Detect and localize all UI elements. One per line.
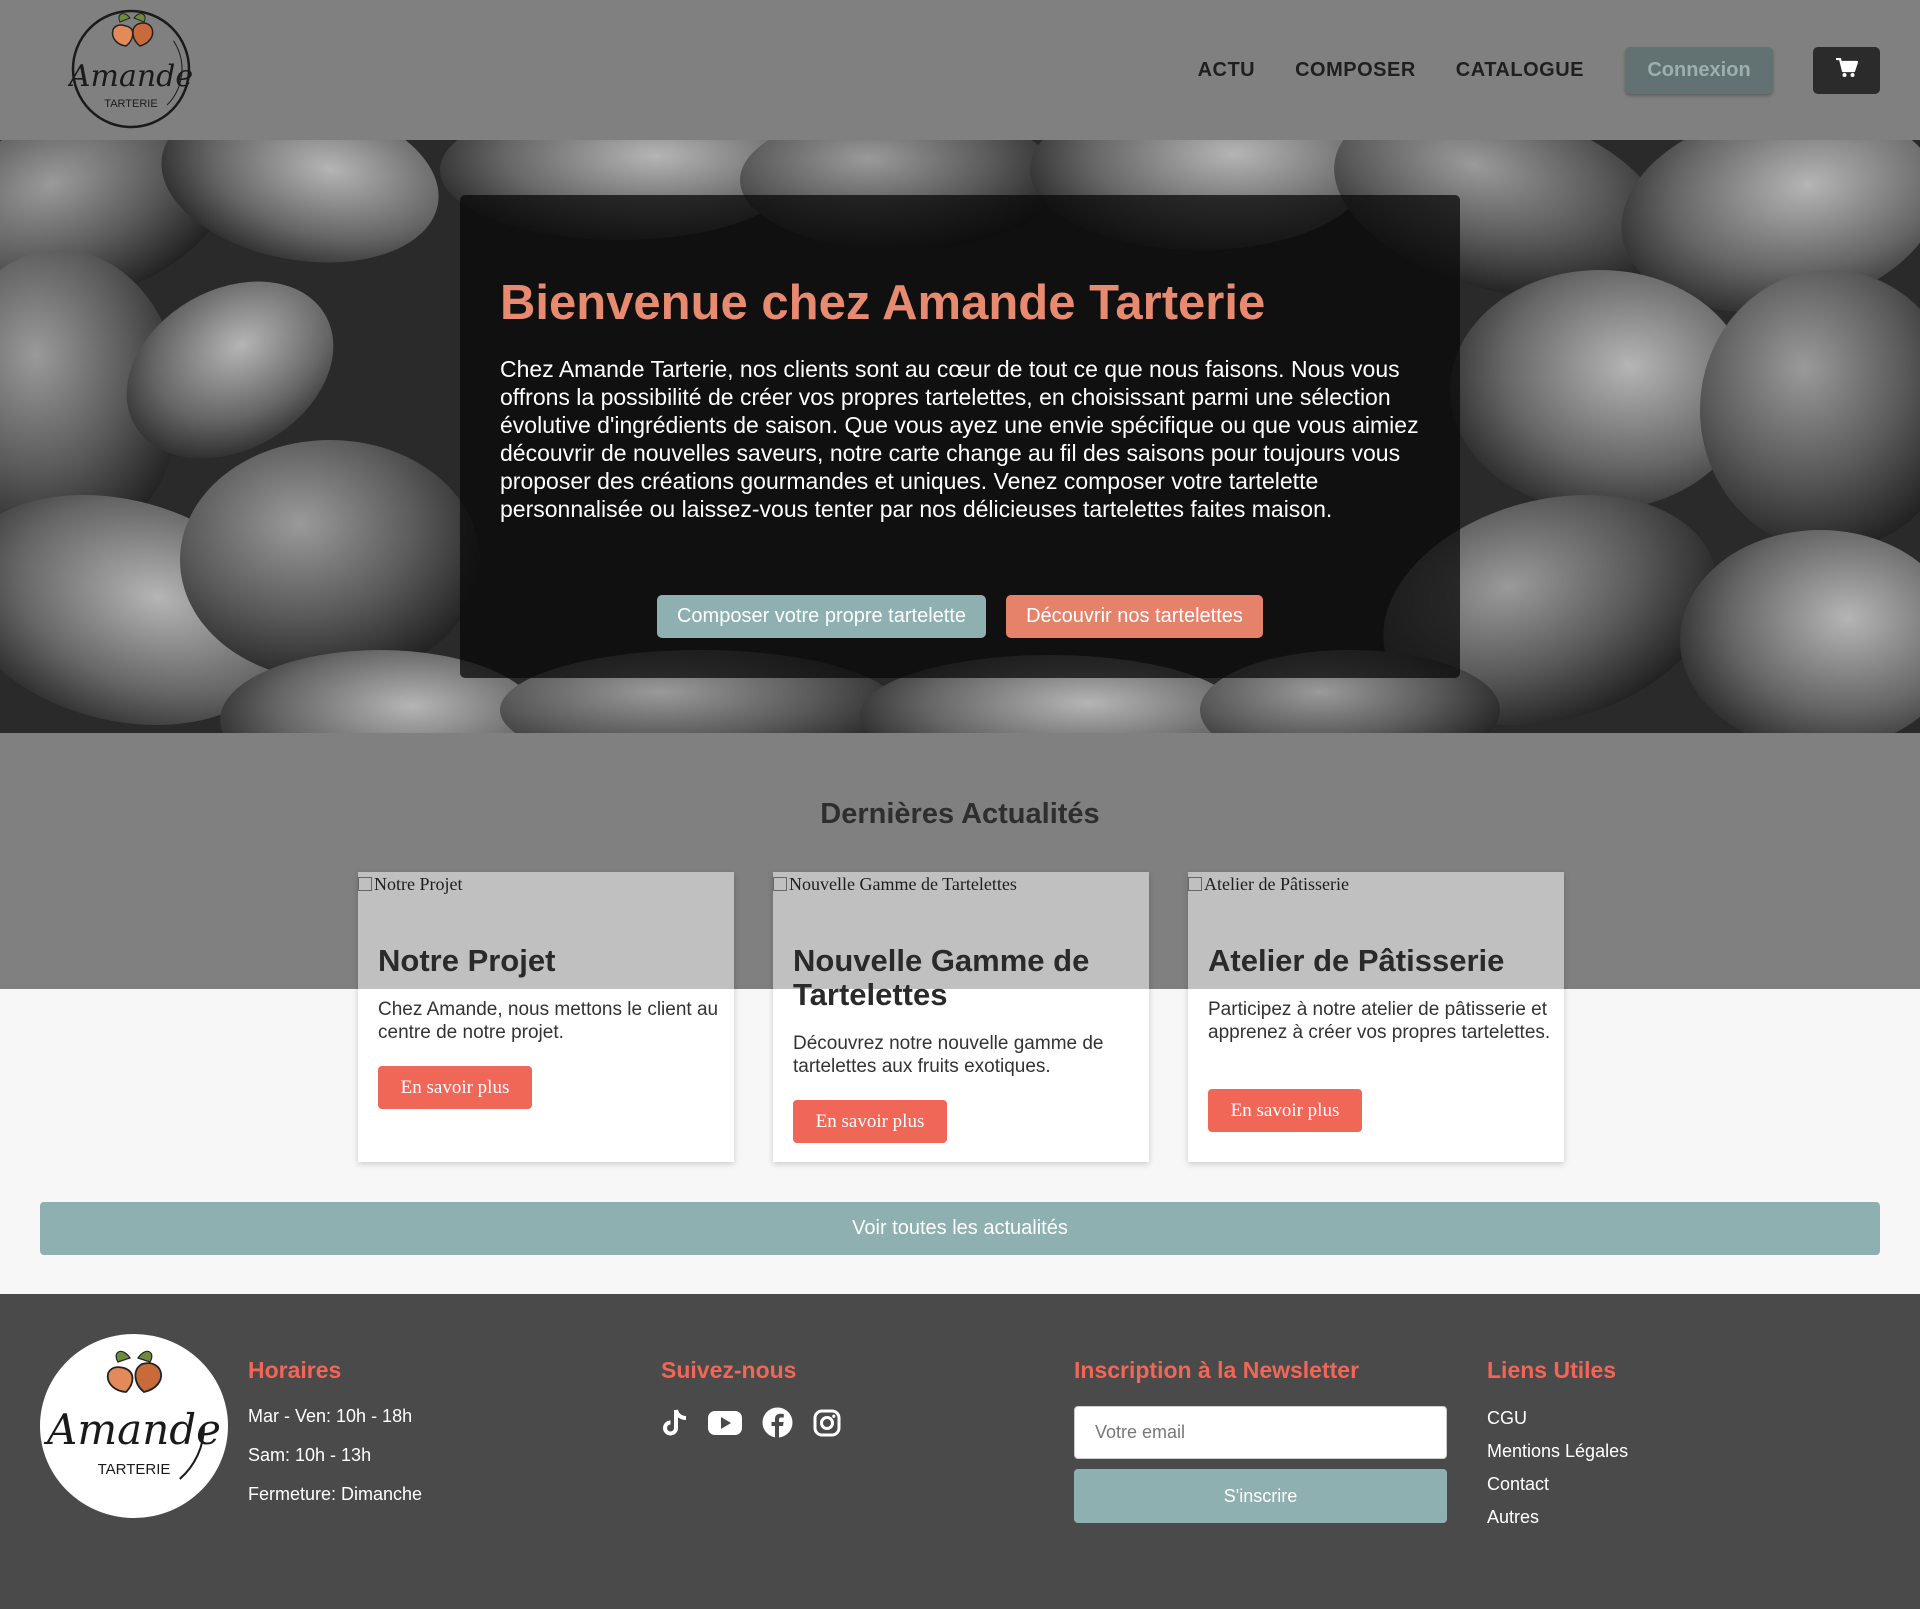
footer-link-legal[interactable]: Mentions Légales bbox=[1487, 1441, 1628, 1462]
hours-title: Horaires bbox=[248, 1357, 342, 1383]
card-text: Chez Amande, nous mettons le client au c… bbox=[378, 999, 719, 1043]
nav-link-catalogue[interactable]: CATALOGUE bbox=[1456, 59, 1584, 82]
read-more-button[interactable]: En savoir plus bbox=[1208, 1089, 1362, 1132]
news-card: Nouvelle Gamme de Tartelettes Nouvelle G… bbox=[773, 872, 1149, 1162]
card-title: Nouvelle Gamme de Tartelettes bbox=[793, 943, 1090, 1012]
newsletter-email-input[interactable] bbox=[1074, 1406, 1447, 1459]
read-more-button[interactable]: En savoir plus bbox=[378, 1066, 532, 1109]
footer-logo-wordmark: Amande bbox=[43, 1405, 221, 1454]
main-nav: ACTU COMPOSER CATALOGUE Connexion bbox=[1198, 46, 1880, 94]
tiktok-icon[interactable] bbox=[660, 1408, 688, 1438]
hours-line: Sam: 10h - 13h bbox=[248, 1445, 372, 1465]
social-links bbox=[660, 1407, 861, 1438]
card-image-alt: Atelier de Pâtisserie bbox=[1204, 874, 1349, 894]
compose-tartlet-button[interactable]: Composer votre propre tartelette bbox=[657, 595, 986, 638]
all-news-button[interactable]: Voir toutes les actualités bbox=[40, 1202, 1880, 1255]
hours-line: Mar - Ven: 10h - 18h bbox=[248, 1406, 413, 1426]
news-card: Atelier de Pâtisserie Atelier de Pâtisse… bbox=[1188, 872, 1564, 1162]
broken-image-icon bbox=[773, 877, 787, 891]
facebook-icon[interactable] bbox=[762, 1407, 793, 1438]
card-image-alt: Nouvelle Gamme de Tartelettes bbox=[789, 874, 1017, 894]
news-section-title: Dernières Actualités bbox=[820, 798, 1100, 830]
hours-line: Fermeture: Dimanche bbox=[248, 1484, 423, 1504]
instagram-icon[interactable] bbox=[813, 1409, 841, 1437]
card-title: Notre Projet bbox=[378, 943, 556, 978]
discover-tartlets-button[interactable]: Découvrir nos tartelettes bbox=[1006, 595, 1263, 638]
footer-link-cgu[interactable]: CGU bbox=[1487, 1408, 1527, 1429]
card-image: Atelier de Pâtisserie bbox=[1188, 874, 1564, 914]
site-header: Amande TARTERIE ACTU COMPOSER CATALOGUE … bbox=[0, 0, 1920, 140]
broken-image-icon bbox=[1188, 877, 1202, 891]
logo-subname: TARTERIE bbox=[104, 98, 157, 110]
social-title: Suivez-nous bbox=[661, 1357, 797, 1383]
card-text: Participez à notre atelier de pâtisserie… bbox=[1208, 999, 1551, 1043]
hero-actions: Composer votre propre tartelette Découvr… bbox=[460, 595, 1460, 638]
hero-description: Chez Amande Tarterie, nos clients sont a… bbox=[500, 356, 1419, 522]
footer-link-other[interactable]: Autres bbox=[1487, 1507, 1539, 1528]
read-more-button[interactable]: En savoir plus bbox=[793, 1100, 947, 1143]
card-image: Notre Projet bbox=[358, 874, 734, 914]
cart-button[interactable] bbox=[1813, 46, 1880, 94]
footer-logo-subname: TARTERIE bbox=[98, 1461, 171, 1478]
newsletter-subscribe-button[interactable]: S'inscrire bbox=[1074, 1469, 1447, 1523]
shopping-cart-icon bbox=[1835, 57, 1858, 83]
site-footer: Amande TARTERIE Horaires Mar - Ven: 10h … bbox=[0, 1294, 1920, 1609]
footer-link-contact[interactable]: Contact bbox=[1487, 1474, 1549, 1495]
youtube-icon[interactable] bbox=[708, 1410, 742, 1436]
card-title: Atelier de Pâtisserie bbox=[1208, 943, 1505, 978]
logo-wordmark: Amande bbox=[68, 59, 193, 94]
news-card: Notre Projet Notre Projet Chez Amande, n… bbox=[358, 872, 734, 1162]
nav-link-actu[interactable]: ACTU bbox=[1198, 59, 1256, 82]
card-image-alt: Notre Projet bbox=[374, 874, 463, 894]
newsletter-title: Inscription à la Newsletter bbox=[1074, 1357, 1360, 1383]
broken-image-icon bbox=[358, 877, 372, 891]
useful-links-title: Liens Utiles bbox=[1487, 1357, 1617, 1383]
hero-title: Bienvenue chez Amande Tarterie bbox=[500, 276, 1266, 330]
nav-link-composer[interactable]: COMPOSER bbox=[1295, 59, 1416, 82]
card-image: Nouvelle Gamme de Tartelettes bbox=[773, 874, 1149, 914]
login-button[interactable]: Connexion bbox=[1625, 46, 1773, 94]
brand-logo[interactable]: Amande TARTERIE bbox=[66, 6, 194, 132]
hero-section: Bienvenue chez Amande Tarterie Chez Aman… bbox=[0, 140, 1920, 733]
footer-logo: Amande TARTERIE bbox=[40, 1334, 228, 1518]
card-text: Découvrez notre nouvelle gamme de tartel… bbox=[793, 1033, 1104, 1077]
hero-panel: Bienvenue chez Amande Tarterie Chez Aman… bbox=[460, 195, 1460, 678]
